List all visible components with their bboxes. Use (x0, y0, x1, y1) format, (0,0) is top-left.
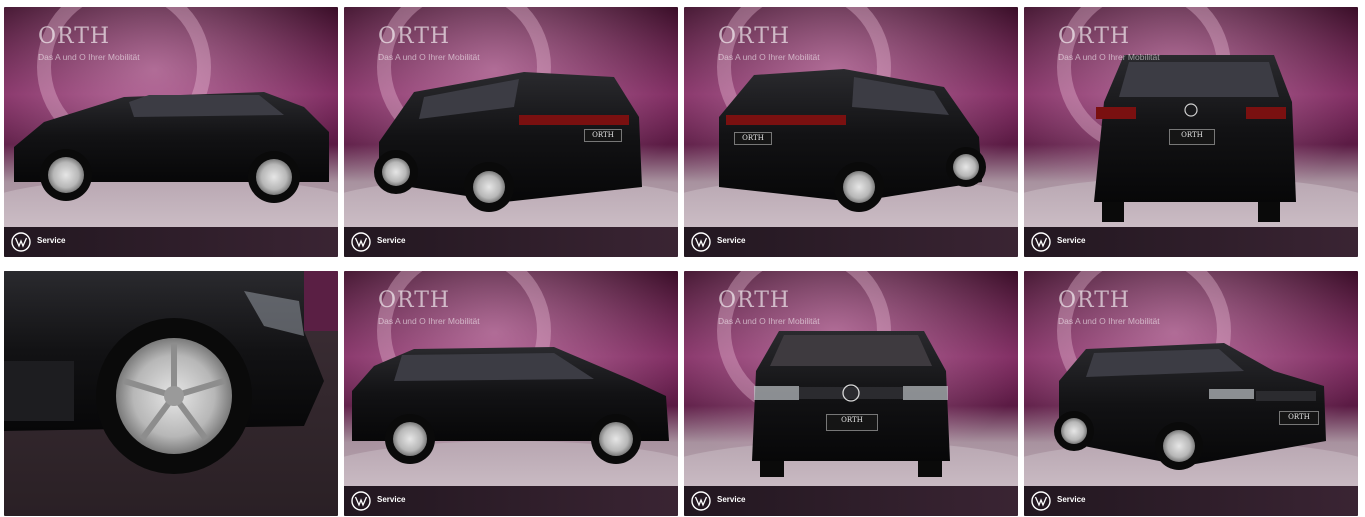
license-plate: ORTH (584, 129, 622, 142)
service-label: Service (377, 236, 406, 245)
service-bar: Service (1024, 486, 1358, 516)
service-bar: Service (1024, 227, 1358, 257)
vw-logo-icon (11, 232, 31, 252)
license-plate: ORTH (734, 132, 772, 145)
gallery-tile-rear[interactable]: ORTH ORTH Das A und O Ihrer Mobilität Se… (1024, 7, 1358, 257)
gallery-tile-side-left[interactable]: ORTH Das A und O Ihrer Mobilität Service (4, 7, 338, 257)
gallery-tile-front[interactable]: ORTH ORTH Das A und O Ihrer Mobilität Se… (684, 271, 1018, 516)
gallery-tile-rear-three-quarter-left[interactable]: ORTH ORTH Das A und O Ihrer Mobilität Se… (344, 7, 678, 257)
service-label: Service (717, 236, 746, 245)
dealer-logo: ORTH Das A und O Ihrer Mobilität (378, 24, 480, 63)
gallery-tile-side-right[interactable]: ORTH Das A und O Ihrer Mobilität Service (344, 271, 678, 516)
vw-logo-icon (1031, 232, 1051, 252)
photo-gallery: ORTH Das A und O Ihrer Mobilität Service… (0, 0, 1365, 517)
license-plate: ORTH (1279, 411, 1319, 425)
vw-logo-icon (351, 491, 371, 511)
service-label: Service (1057, 236, 1086, 245)
service-bar: Service (344, 227, 678, 257)
vw-logo-icon (351, 232, 371, 252)
service-label: Service (37, 236, 66, 245)
license-plate: ORTH (1169, 129, 1215, 145)
car-photo-wheel-detail (4, 271, 338, 516)
vw-logo-icon (1031, 491, 1051, 511)
dealer-logo: ORTH Das A und O Ihrer Mobilität (1058, 288, 1160, 327)
service-label: Service (717, 495, 746, 504)
service-bar: Service (4, 227, 338, 257)
service-bar: Service (684, 227, 1018, 257)
dealer-logo: ORTH Das A und O Ihrer Mobilität (718, 288, 820, 327)
gallery-tile-rear-three-quarter-right[interactable]: ORTH ORTH Das A und O Ihrer Mobilität Se… (684, 7, 1018, 257)
gallery-tile-front-three-quarter[interactable]: ORTH ORTH Das A und O Ihrer Mobilität Se… (1024, 271, 1358, 516)
service-bar: Service (344, 486, 678, 516)
gallery-tile-wheel-detail[interactable] (4, 271, 338, 516)
dealer-logo: ORTH Das A und O Ihrer Mobilität (718, 24, 820, 63)
service-label: Service (377, 495, 406, 504)
dealer-logo: ORTH Das A und O Ihrer Mobilität (1058, 24, 1160, 63)
license-plate: ORTH (826, 414, 878, 431)
vw-logo-icon (691, 491, 711, 511)
dealer-logo: ORTH Das A und O Ihrer Mobilität (378, 288, 480, 327)
dealer-logo: ORTH Das A und O Ihrer Mobilität (38, 24, 140, 63)
service-bar: Service (684, 486, 1018, 516)
vw-logo-icon (691, 232, 711, 252)
service-label: Service (1057, 495, 1086, 504)
